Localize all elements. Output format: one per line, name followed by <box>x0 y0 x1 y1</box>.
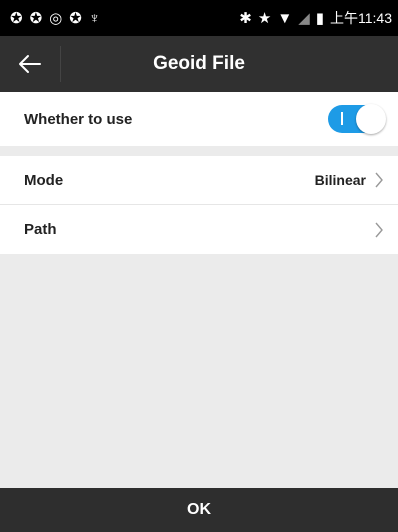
path-value-group <box>366 222 384 238</box>
path-label: Path <box>24 221 57 238</box>
app-bar: Geoid File <box>0 36 398 92</box>
bluetooth-icon: ✱ <box>239 9 252 27</box>
star-icon: ★ <box>257 9 272 27</box>
sync-icon: ✪ <box>69 9 82 27</box>
sync-icon: ✪ <box>10 9 23 27</box>
toggle-knob <box>356 104 386 134</box>
sync-icon: ✪ <box>29 9 43 27</box>
whether-to-use-toggle[interactable] <box>328 104 386 134</box>
page-title: Geoid File <box>153 53 245 74</box>
back-divider <box>60 46 61 82</box>
usb-icon: ♆ <box>88 9 101 27</box>
status-time: 上午11:43 <box>330 10 392 26</box>
signal-icon: ◢ <box>298 9 310 27</box>
mode-value-group: Bilinear <box>315 172 384 188</box>
wifi-icon: ▼ <box>277 9 293 27</box>
whether-to-use-label: Whether to use <box>24 110 133 128</box>
status-bar: ✪ ✪ ◎ ✪ ♆ ✱ ★ ▼ ◢ ▮ 上午11:43 <box>0 0 398 36</box>
camera-icon: ◎ <box>49 9 63 27</box>
toggle-on-mark <box>341 112 343 125</box>
ok-label: OK <box>187 501 211 518</box>
mode-value: Bilinear <box>314 172 366 188</box>
status-icons-right: ✱ ★ ▼ ◢ ▮ 上午11:43 <box>239 8 392 28</box>
back-arrow-icon <box>19 55 41 73</box>
whether-to-use-row: Whether to use <box>0 92 398 146</box>
battery-icon: ▮ <box>315 9 324 27</box>
mode-label: Mode <box>24 171 64 189</box>
back-button[interactable] <box>0 36 60 92</box>
chevron-right-icon <box>375 172 383 188</box>
path-row[interactable]: Path <box>0 205 398 254</box>
mode-row[interactable]: Mode Bilinear <box>0 156 398 204</box>
status-icons-left: ✪ ✪ ◎ ✪ ♆ <box>10 11 100 26</box>
chevron-right-icon <box>375 222 383 237</box>
ok-button[interactable]: OK <box>0 488 398 532</box>
